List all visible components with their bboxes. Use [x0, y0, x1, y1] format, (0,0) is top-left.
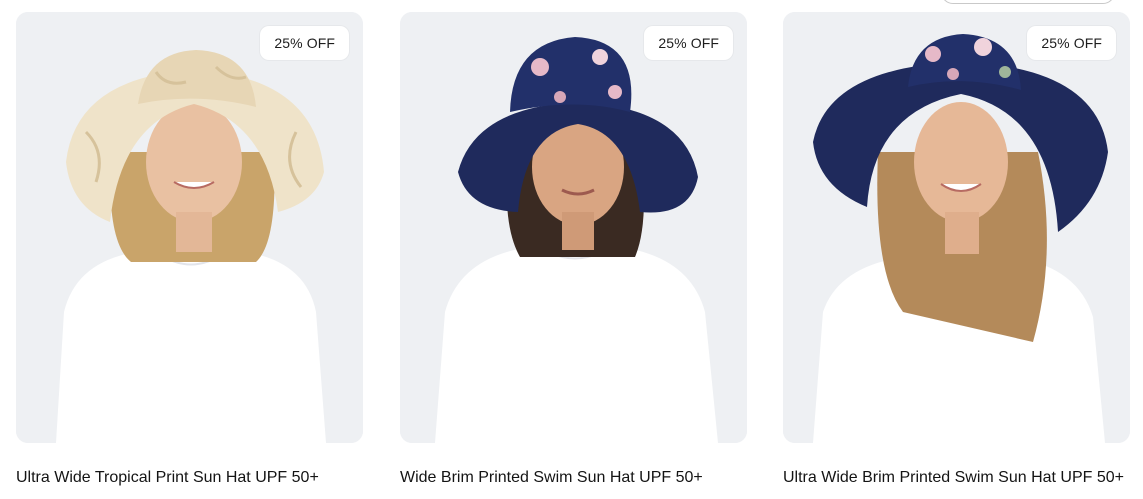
discount-badge: 25% OFF: [644, 26, 733, 60]
product-photo: [16, 12, 363, 443]
product-card-image[interactable]: 25% OFF: [16, 12, 363, 443]
product-title-link[interactable]: Wide Brim Printed Swim Sun Hat UPF 50+: [400, 469, 703, 487]
partial-top-button[interactable]: [941, 0, 1115, 4]
product-title-link[interactable]: Ultra Wide Brim Printed Swim Sun Hat UPF…: [783, 469, 1124, 487]
product-photo: [400, 12, 747, 443]
product-title-link[interactable]: Ultra Wide Tropical Print Sun Hat UPF 50…: [16, 469, 319, 487]
discount-badge: 25% OFF: [1027, 26, 1116, 60]
product-card-image[interactable]: 25% OFF: [400, 12, 747, 443]
discount-badge: 25% OFF: [260, 26, 349, 60]
product-card-image[interactable]: 25% OFF: [783, 12, 1130, 443]
product-photo: [783, 12, 1130, 443]
